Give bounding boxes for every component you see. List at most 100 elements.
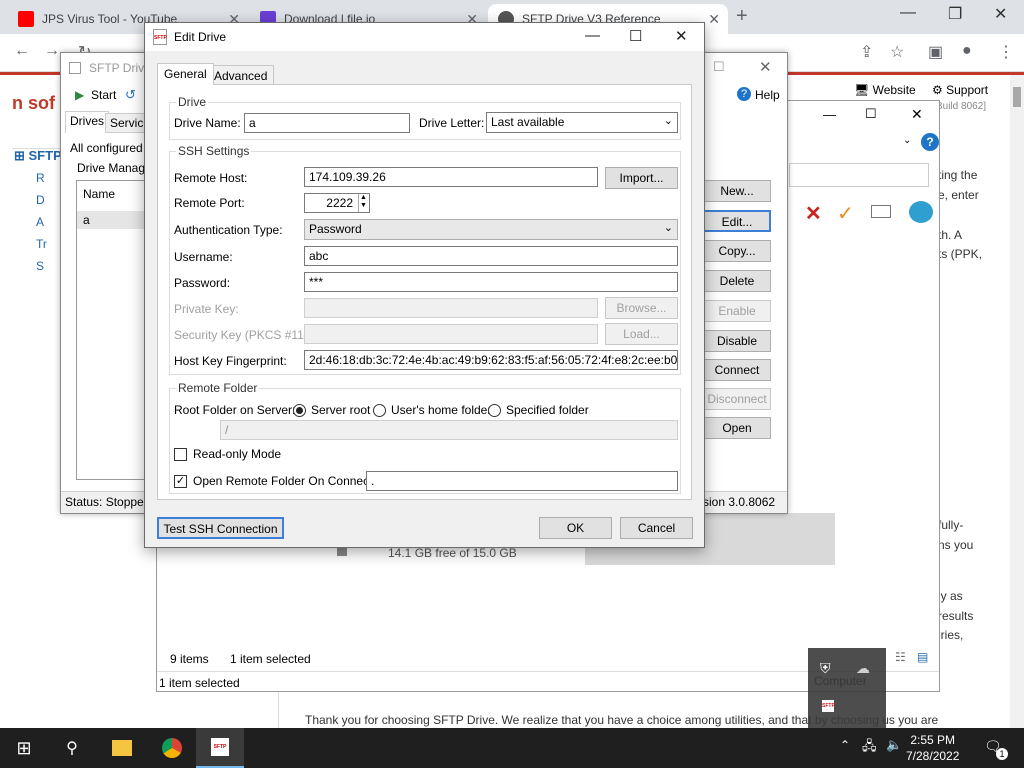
volume-icon[interactable]: 🔈 [886, 737, 902, 753]
maximize-icon[interactable]: ☐ [629, 27, 642, 45]
sidepanel-icon[interactable]: ▣ [928, 42, 943, 62]
security-key-input[interactable] [304, 324, 598, 344]
drive-name-input[interactable]: a [244, 113, 410, 133]
dialog-titlebar: SFTP Edit Drive — ☐ ✕ [145, 23, 704, 51]
spin-down-icon[interactable]: ▼ [359, 202, 368, 210]
taskbar-chrome[interactable] [148, 728, 196, 768]
tab-drives[interactable]: Drives [65, 111, 110, 133]
fingerprint-input[interactable]: 2d:46:18:db:3c:72:4e:4b:ac:49:b9:62:83:f… [304, 350, 678, 370]
open-remote-checkbox[interactable]: ✓ Open Remote Folder On Connect: [174, 474, 376, 488]
support-link[interactable]: ⚙ Support [932, 83, 988, 97]
profile-icon[interactable]: ● [962, 42, 972, 60]
radio-server-root[interactable]: Server root [293, 403, 370, 417]
website-link[interactable]: 🖥 Website [854, 83, 916, 97]
chevron-down-icon[interactable]: ⌄ [903, 135, 911, 146]
network-icon[interactable]: 🖧 [862, 737, 877, 759]
load-button[interactable]: Load... [605, 323, 678, 345]
remote-host-input[interactable]: 174.109.39.26 [304, 167, 598, 187]
readonly-checkbox[interactable]: Read-only Mode [174, 447, 281, 461]
scrollbar-thumb[interactable] [1013, 87, 1021, 107]
clock-time: 2:55 PM [910, 733, 956, 747]
private-key-input[interactable] [304, 298, 598, 318]
tab-general[interactable]: General [157, 63, 214, 85]
password-input[interactable]: *** [304, 272, 678, 292]
search-box[interactable] [789, 163, 929, 187]
search-button[interactable]: ⚲ [48, 728, 96, 768]
copy-drive-button[interactable]: Copy... [703, 240, 771, 262]
bookmark-star-icon[interactable]: ☆ [890, 42, 904, 62]
close-icon[interactable]: ✕ [759, 58, 772, 76]
tab-advanced[interactable]: Advanced [207, 65, 275, 85]
help-link[interactable]: Help [755, 88, 780, 102]
close-icon[interactable]: ✕ [708, 11, 720, 28]
minimize-icon[interactable]: — [900, 4, 916, 22]
folder-path-input[interactable]: / [220, 420, 678, 440]
restore-icon[interactable]: ❐ [948, 4, 962, 24]
taskbar-file-explorer[interactable] [98, 728, 146, 768]
root-folder-label: Root Folder on Server: [174, 403, 296, 417]
globe-icon[interactable] [909, 201, 933, 223]
connect-button[interactable]: Connect [703, 359, 771, 381]
minimize-icon[interactable]: — [585, 27, 600, 44]
app-icon [69, 62, 81, 74]
auth-type-select[interactable]: Password ⌄ [304, 219, 678, 240]
page-text-line: ting the [938, 168, 978, 182]
group-label: Remote Folder [176, 381, 260, 395]
taskbar-clock[interactable]: 2:55 PM 7/28/2022 [906, 732, 959, 764]
drive-letter-select[interactable]: Last available ⌄ [486, 112, 678, 133]
menu-icon[interactable]: ⋮ [998, 42, 1014, 62]
open-button[interactable]: Open [703, 417, 771, 439]
edit-drive-button[interactable]: Edit... [703, 210, 771, 232]
port-spinner[interactable]: ▲ ▼ [358, 194, 368, 212]
import-button[interactable]: Import... [605, 167, 678, 189]
delete-drive-button[interactable]: Delete [703, 270, 771, 292]
items-count: 9 items [170, 652, 209, 666]
help-icon[interactable]: ? [737, 87, 751, 101]
page-scrollbar[interactable] [1010, 75, 1024, 728]
list-header[interactable]: Name [83, 187, 115, 201]
browse-button[interactable]: Browse... [605, 297, 678, 319]
delete-x-icon[interactable]: ✕ [805, 201, 822, 226]
close-icon[interactable]: ✕ [911, 106, 923, 123]
disconnect-button[interactable]: Disconnect [703, 388, 771, 410]
website-link-text: Website [872, 83, 916, 97]
windows-taskbar: ⊞ ⚲ SFTP ⌃ 🖧 🔈 2:55 PM 7/28/2022 🗨 1 [0, 728, 1024, 768]
share-icon[interactable]: ⇪ [860, 42, 873, 62]
details-view-icon[interactable]: ☷ [895, 650, 906, 664]
radio-home-folder[interactable]: User's home folder [373, 403, 491, 417]
radio-specified-folder[interactable]: Specified folder [488, 403, 589, 417]
list-item[interactable]: a [77, 211, 145, 229]
forward-icon[interactable]: → [44, 42, 60, 60]
tiles-view-icon[interactable]: ▤ [917, 650, 928, 664]
maximize-icon[interactable]: ☐ [713, 59, 725, 75]
page-text-line: ly as [938, 589, 963, 603]
sftp-tray-icon[interactable]: SFTP [822, 700, 835, 712]
enable-drive-button[interactable]: Enable [703, 300, 771, 322]
test-ssh-button[interactable]: Test SSH Connection [157, 517, 284, 539]
close-window-icon[interactable]: ✕ [994, 4, 1007, 24]
start-button[interactable]: ⊞ [0, 728, 48, 768]
open-remote-input[interactable]: . [366, 471, 678, 491]
help-icon[interactable]: ? [921, 133, 939, 151]
chevron-up-icon[interactable]: ⌃ [840, 738, 850, 752]
drive-list[interactable]: Name a [76, 180, 146, 480]
new-tab-button[interactable]: + [736, 5, 748, 28]
taskbar-overflow-popup: ⛨ ☁ Computer SFTP [808, 648, 886, 728]
taskbar-sftp-drive[interactable]: SFTP [196, 728, 244, 768]
ok-button[interactable]: OK [539, 517, 612, 539]
spin-up-icon[interactable]: ▲ [359, 194, 368, 202]
rename-icon[interactable] [871, 205, 891, 218]
minimize-icon[interactable]: — [823, 107, 836, 122]
restart-icon[interactable]: ↺ [125, 87, 136, 103]
disable-drive-button[interactable]: Disable [703, 330, 771, 352]
new-drive-button[interactable]: New... [703, 180, 771, 202]
maximize-icon[interactable]: ☐ [865, 106, 877, 122]
back-icon[interactable]: ← [14, 42, 30, 60]
cancel-button[interactable]: Cancel [620, 517, 693, 539]
start-button[interactable]: Start [91, 88, 116, 102]
dialog-title: Edit Drive [174, 30, 227, 44]
checkmark-icon[interactable]: ✓ [837, 201, 854, 226]
username-input[interactable]: abc [304, 246, 678, 266]
play-icon[interactable]: ▶ [75, 88, 84, 102]
close-icon[interactable]: ✕ [675, 27, 688, 45]
